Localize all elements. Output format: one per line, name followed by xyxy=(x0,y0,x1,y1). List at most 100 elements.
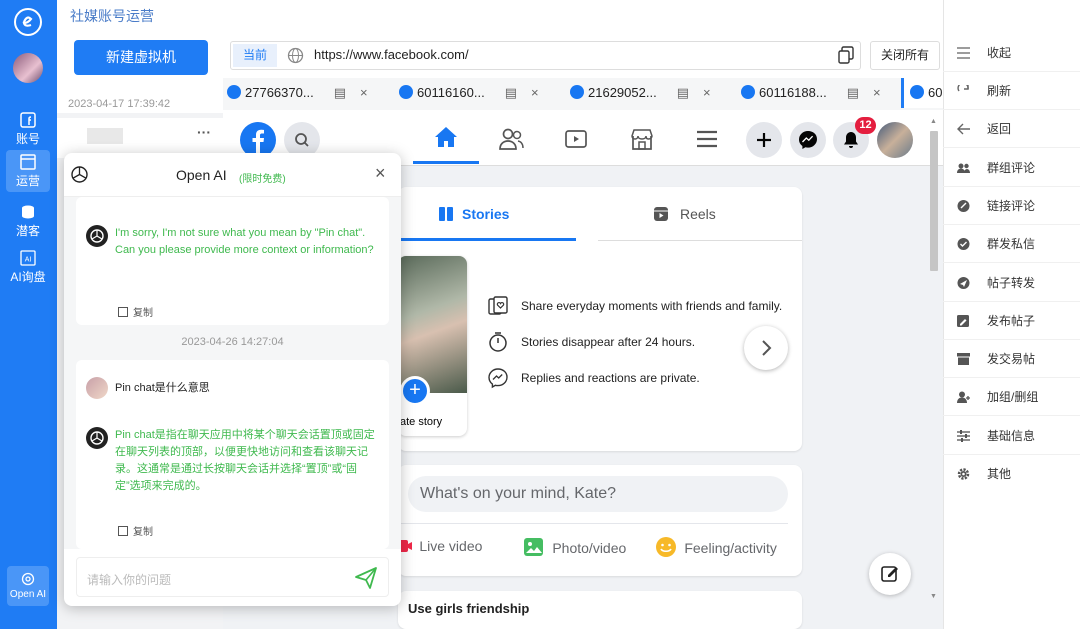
home-tab[interactable] xyxy=(413,112,479,164)
openai-button-label: Open AI xyxy=(9,589,47,600)
collapse-icon xyxy=(957,47,970,59)
conversation-block: Pin chat是什么意思 Pin chat是指在聊天应用中将某个聊天会话置顶或… xyxy=(76,360,389,549)
tab-strip: 27766370... ▤ × 60116160... ▤ × 21629052... ▤… xyxy=(223,78,943,110)
link-comment-item[interactable]: 链接评论 xyxy=(943,187,1080,225)
check-circle-icon xyxy=(957,238,970,250)
tab-close-icon[interactable]: × xyxy=(703,85,711,100)
back-item[interactable]: 返回 xyxy=(943,110,1080,148)
link-icon xyxy=(957,200,970,212)
basic-info-item[interactable]: 基础信息 xyxy=(943,417,1080,455)
group-comment-label: 群组评论 xyxy=(987,161,1036,175)
copy-label: 复制 xyxy=(133,308,153,319)
scrollbar[interactable]: ▲ ▼ xyxy=(928,115,941,615)
browser-tab[interactable]: 60116160... ▤ × xyxy=(399,78,539,108)
add-story-icon[interactable]: + xyxy=(400,376,430,406)
publish-post-item[interactable]: 发布帖子 xyxy=(943,302,1080,340)
next-story-button[interactable] xyxy=(744,326,788,370)
nav-prospects-label: 潜客 xyxy=(15,224,40,238)
profile-avatar[interactable] xyxy=(877,122,913,158)
friends-icon[interactable] xyxy=(499,128,524,150)
user-avatar[interactable] xyxy=(13,53,43,83)
new-vm-button[interactable]: 新建虚拟机 xyxy=(74,40,208,75)
tab-page-icon: ▤ xyxy=(676,85,689,100)
feeling-button[interactable]: Feeling/activity xyxy=(655,536,777,558)
marketplace-icon[interactable] xyxy=(630,128,654,150)
user-question: Pin chat是什么意思 xyxy=(115,382,210,394)
stories-tab[interactable]: Stories xyxy=(398,187,576,241)
post-input[interactable]: What's on your mind, Kate? xyxy=(408,476,788,512)
openai-icon xyxy=(21,572,35,586)
vm-date: 2023-04-17 17:39:42 xyxy=(68,98,171,110)
facebook-icon xyxy=(20,112,36,128)
close-all-button[interactable]: 关闭所有 xyxy=(870,41,940,70)
group-comment-item[interactable]: 群组评论 xyxy=(943,149,1080,187)
tab-close-icon[interactable]: × xyxy=(873,85,881,100)
nav-account-label: 账号 xyxy=(15,132,40,146)
dialog-header: Open AI (限时免费) × xyxy=(64,153,401,197)
nav-ai-inquiry[interactable]: AI AI询盘 xyxy=(5,246,51,288)
feed-post: Use girls friendship xyxy=(398,591,802,629)
reels-tab[interactable]: Reels xyxy=(598,187,802,241)
tab-close-icon[interactable]: × xyxy=(531,85,539,100)
copy-button[interactable]: 复制 xyxy=(118,304,153,319)
openai-button[interactable]: Open AI xyxy=(7,566,49,606)
copy-button[interactable]: 复制 xyxy=(118,523,153,538)
browser-tab[interactable]: 21629052... ▤ × xyxy=(570,78,711,108)
reels-icon xyxy=(654,207,668,221)
left-sidebar: 账号 运营 潜客 AI AI询盘 Open AI xyxy=(0,0,57,629)
vm-card[interactable]: ··· xyxy=(57,118,223,158)
post-forward-item[interactable]: 帖子转发 xyxy=(943,264,1080,302)
more-icon[interactable]: ··· xyxy=(197,124,211,140)
join-group-item[interactable]: 加组/删组 xyxy=(943,378,1080,416)
watch-icon[interactable] xyxy=(564,128,588,150)
create-story-card[interactable]: + ate story xyxy=(398,256,467,436)
scroll-down-icon[interactable]: ▼ xyxy=(930,593,937,600)
facebook-tab-icon xyxy=(910,85,924,99)
messenger-icon[interactable] xyxy=(790,122,826,158)
post-forward-label: 帖子转发 xyxy=(987,276,1036,290)
browser-tab[interactable]: 27766370... ▤ × xyxy=(227,78,368,108)
nav-account[interactable]: 账号 xyxy=(6,108,50,150)
sliders-icon xyxy=(957,430,970,442)
live-video-button[interactable]: Live video xyxy=(398,537,482,555)
tab-close-icon[interactable]: × xyxy=(360,85,368,100)
new-message-button[interactable] xyxy=(869,553,911,595)
browser-tab[interactable]: 60116188... ▤ × xyxy=(741,78,881,108)
add-user-icon xyxy=(957,391,970,403)
ai-icon: AI xyxy=(20,250,36,266)
chevron-right-icon xyxy=(762,340,772,356)
story-info-3: Replies and reactions are private. xyxy=(521,371,700,385)
copy-url-icon[interactable] xyxy=(838,46,855,64)
url-text[interactable]: https://www.facebook.com/ xyxy=(314,47,469,62)
ai-answer-text: Pin chat是指在聊天应用中将某个聊天会话置顶或固定在聊天列表的顶部，以便更… xyxy=(115,429,375,492)
stories-tab-label: Stories xyxy=(462,206,510,222)
copy-icon xyxy=(118,307,128,317)
question-input[interactable]: 请输入你的问题 xyxy=(76,557,389,597)
create-icon[interactable] xyxy=(746,122,782,158)
photo-cards-icon xyxy=(488,296,508,315)
photo-video-button[interactable]: Photo/video xyxy=(523,536,626,558)
scrollbar-thumb[interactable] xyxy=(930,131,938,271)
feeling-label: Feeling/activity xyxy=(684,540,777,556)
other-item[interactable]: 其他 xyxy=(943,455,1080,493)
timer-icon xyxy=(489,332,507,352)
vm-card-thumb xyxy=(87,128,123,144)
scroll-up-icon[interactable]: ▲ xyxy=(930,118,937,125)
current-label[interactable]: 当前 xyxy=(233,44,277,67)
close-dialog-icon[interactable]: × xyxy=(375,163,386,184)
book-icon xyxy=(439,207,453,221)
send-icon[interactable] xyxy=(354,566,378,590)
browser-tab-active[interactable]: 60 xyxy=(901,78,943,108)
menu-icon[interactable] xyxy=(695,129,719,149)
refresh-item[interactable]: 刷新 xyxy=(943,72,1080,110)
share-icon xyxy=(957,277,970,289)
group-icon xyxy=(957,163,970,173)
trade-post-item[interactable]: 发交易帖 xyxy=(943,340,1080,378)
tab-label: 27766370... xyxy=(245,85,314,100)
nav-operation[interactable]: 运营 xyxy=(6,150,50,192)
nav-prospects[interactable]: 潜客 xyxy=(6,200,50,242)
live-video-label: Live video xyxy=(419,538,483,554)
facebook-tab-icon xyxy=(399,85,413,99)
collapse-item[interactable]: 收起 xyxy=(943,34,1080,72)
bulk-message-item[interactable]: 群发私信 xyxy=(943,225,1080,263)
